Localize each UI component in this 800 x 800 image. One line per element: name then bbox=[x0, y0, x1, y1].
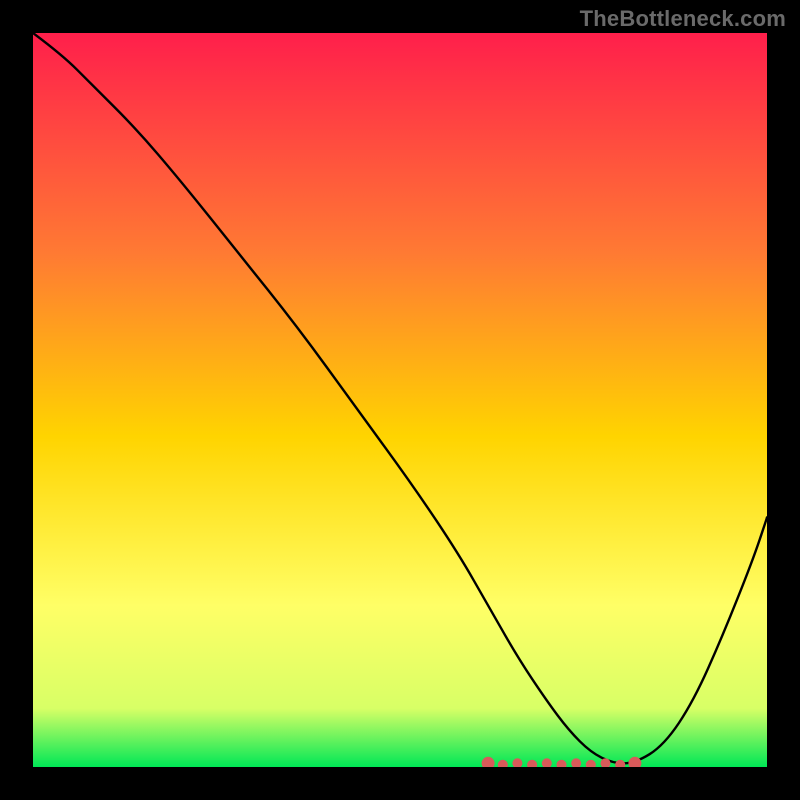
chart-svg bbox=[33, 33, 767, 767]
chart-frame: TheBottleneck.com bbox=[0, 0, 800, 800]
watermark-text: TheBottleneck.com bbox=[580, 6, 786, 32]
gradient-background bbox=[33, 33, 767, 767]
plot-area bbox=[33, 33, 767, 767]
